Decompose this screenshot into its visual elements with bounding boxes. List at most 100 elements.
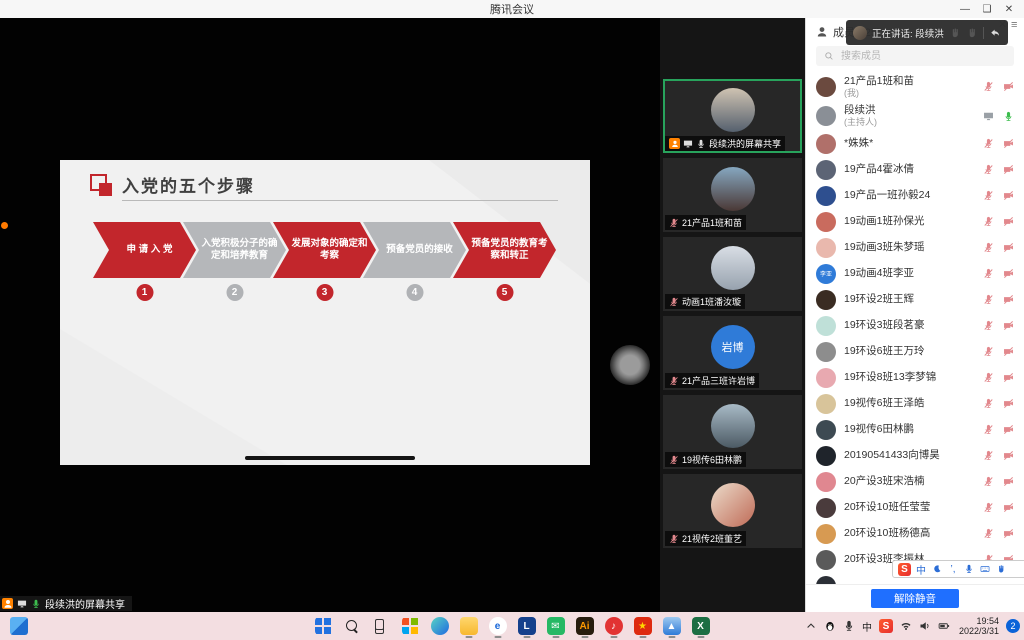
video-thumbnail[interactable]: 19视传6田林鹏 (663, 395, 802, 469)
video-thumbnail[interactable]: 动画1班潘汝璇 (663, 237, 802, 311)
taskbar-app-icon[interactable] (371, 614, 393, 638)
volume-icon[interactable] (919, 620, 931, 632)
taskbar-app-icon[interactable]: ♪ (603, 614, 625, 638)
camera-off-icon (1003, 424, 1014, 435)
panel-menu-icon[interactable]: ≡ (1011, 20, 1017, 31)
sogou-tool-icon[interactable]: ’, (948, 564, 958, 575)
member-row[interactable]: 19环设6班王万玲 (806, 339, 1024, 365)
sogou-tool-icon[interactable] (980, 564, 990, 574)
member-row[interactable]: 19视传6班王泽皓 (806, 391, 1024, 417)
taskbar-app-icon[interactable]: Ai (574, 614, 596, 638)
reply-arrow-icon[interactable] (989, 27, 1001, 39)
step-label: 预备党员的教育考察和转正 (471, 238, 548, 263)
member-role: (我) (844, 88, 975, 99)
sogou-tool-icon[interactable] (1012, 564, 1022, 574)
member-row[interactable]: 19产品一班孙毅24 (806, 183, 1024, 209)
member-row[interactable]: *姝姝* (806, 131, 1024, 157)
unmute-button[interactable]: 解除静音 (871, 589, 959, 608)
step-chevron: 预备党员的教育考察和转正 5 (453, 222, 556, 278)
wifi-icon[interactable] (900, 620, 912, 632)
taskbar-app-icon[interactable]: ✉ (545, 614, 567, 638)
qq-penguin-icon[interactable] (824, 620, 836, 632)
maximize-button[interactable]: ❑ (976, 4, 998, 15)
sogou-tool-icon[interactable] (932, 564, 942, 574)
member-row[interactable]: 20环设10班任莹莹 (806, 495, 1024, 521)
raise-hand-icon[interactable] (966, 27, 978, 39)
member-row[interactable]: 19动画1班孙保光 (806, 209, 1024, 235)
member-name: 20环设10班杨德高 (844, 527, 975, 540)
step-label: 预备党员的接收 (386, 244, 453, 256)
taskbar-app-icon[interactable] (429, 614, 451, 638)
clock[interactable]: 19:54 2022/3/31 (959, 616, 999, 637)
mic-active-icon (31, 599, 41, 609)
taskbar-app-icon[interactable] (400, 614, 422, 638)
sogou-tool-icon[interactable] (996, 564, 1006, 574)
mic-muted-icon (983, 528, 994, 539)
raise-hand-icon[interactable] (949, 27, 961, 39)
avatar (816, 212, 836, 232)
annotation-dot (1, 222, 8, 229)
member-row[interactable]: 19环设8班13李梦锦 (806, 365, 1024, 391)
mic-muted-icon (983, 476, 994, 487)
sogou-toolbar[interactable]: S 中 ’, (892, 560, 1024, 578)
hidden-icons-chevron[interactable] (805, 620, 817, 632)
avatar (816, 550, 836, 570)
member-text: 19环设2班王辉 (844, 293, 975, 306)
taskbar-app-icon[interactable]: e (487, 614, 509, 638)
member-status-icons (983, 138, 1014, 149)
notification-badge[interactable]: 2 (1006, 619, 1020, 633)
avatar (816, 524, 836, 544)
member-row[interactable]: 20环设10班杨德高 (806, 521, 1024, 547)
member-search[interactable] (816, 46, 1014, 66)
member-name: 19环设3班段茗豪 (844, 319, 975, 332)
mic-muted-icon (983, 138, 994, 149)
member-row[interactable]: 19环设3班段茗豪 (806, 313, 1024, 339)
step-chevron: 申 请 入 党 1 (93, 222, 196, 278)
camera-off-icon (1003, 81, 1014, 92)
member-row[interactable]: 19动画3班朱梦瑶 (806, 235, 1024, 261)
avatar (816, 106, 836, 126)
taskbar-app-icon[interactable] (342, 614, 364, 638)
member-row[interactable]: 19环设2班王辉 (806, 287, 1024, 313)
search-input[interactable] (839, 50, 989, 63)
close-button[interactable]: ✕ (998, 4, 1020, 15)
sogou-tool-icon[interactable] (964, 564, 974, 574)
member-row[interactable]: 段续洪 (主持人) (806, 101, 1024, 130)
taskbar-app-icon[interactable] (313, 614, 335, 638)
sogou-tool-icon[interactable]: 中 (916, 562, 926, 577)
video-thumbnail[interactable]: 岩博 21产品三班许岩博 (663, 316, 802, 390)
chevron-arrow: 入党积极分子的确定和培养教育 (183, 222, 286, 278)
battery-icon[interactable] (938, 620, 950, 632)
divider (983, 27, 984, 39)
taskbar-app-icon[interactable]: ▲ (661, 614, 683, 638)
participant-name: 动画1班潘汝璇 (682, 295, 741, 308)
member-row[interactable]: 19产品4霍冰倩 (806, 157, 1024, 183)
microphone-tray-icon[interactable] (843, 620, 855, 632)
member-row[interactable]: 20产设3班宋浩楠 (806, 469, 1024, 495)
member-name: 19动画1班孙保光 (844, 215, 975, 228)
member-row[interactable]: 李亚 19动画4班李亚 (806, 261, 1024, 287)
member-row[interactable]: 21产品1班和苗 (我) (806, 72, 1024, 101)
minimize-button[interactable]: — (954, 4, 976, 15)
video-thumbnail[interactable]: 21产品1班和苗 (663, 158, 802, 232)
chevron-arrow: 发展对象的确定和考察 (273, 222, 376, 278)
taskbar-app-icon[interactable]: X (690, 614, 712, 638)
member-row[interactable]: 20190541433向博昊 (806, 443, 1024, 469)
step-label: 申 请 入 党 (127, 244, 173, 256)
member-row[interactable]: 19视传6田林鹏 (806, 417, 1024, 443)
ime-indicator[interactable]: 中 (862, 619, 872, 634)
video-thumbnail[interactable]: 21视传2班董艺 (663, 474, 802, 548)
video-thumbnails-column: 段续洪的屏幕共享 21产品1班和苗 (660, 18, 805, 612)
taskbar-app-icon[interactable] (458, 614, 480, 638)
member-status-icons (983, 320, 1014, 331)
participant-name: 21视传2班董艺 (682, 532, 742, 545)
member-text: 19视传6田林鹏 (844, 423, 975, 436)
participant-name: 21产品1班和苗 (682, 216, 742, 229)
date: 2022/3/31 (959, 626, 999, 636)
taskbar-app-icon[interactable]: L (516, 614, 538, 638)
taskbar-app-icon[interactable]: ★ (632, 614, 654, 638)
share-banner-text: 段续洪的屏幕共享 (45, 596, 125, 611)
sogou-logo-icon[interactable]: S (898, 563, 911, 576)
sogou-tray-icon[interactable]: S (879, 619, 893, 633)
video-thumbnail[interactable]: 段续洪的屏幕共享 (663, 79, 802, 153)
